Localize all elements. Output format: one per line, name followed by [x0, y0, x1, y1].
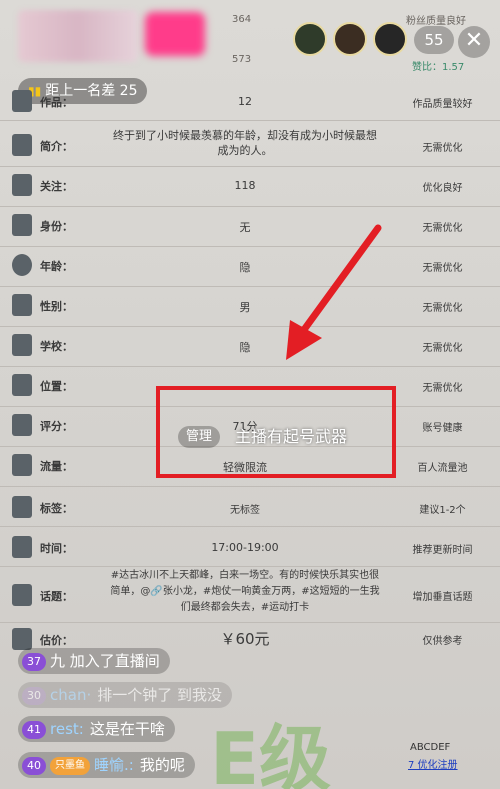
fan-quality-text: 粉丝质量良好	[406, 16, 466, 27]
row-gender: 性别： 男 无需优化	[0, 286, 500, 326]
row-value: #达古冰川不上天都峰，白来一场空。有的时候快乐其实也很简单，@🔗张小龙，#炮仗一…	[110, 570, 380, 613]
chat-username[interactable]: 睡愉.:	[94, 756, 134, 774]
chat-username[interactable]: chan·	[50, 686, 91, 704]
chat-text: 排一个钟了 到我没	[97, 686, 223, 704]
row-label: 话题：	[40, 590, 73, 603]
row-label: 关注：	[40, 180, 73, 193]
close-icon[interactable]: ✕	[458, 26, 490, 58]
row-label: 时间：	[40, 542, 73, 555]
level-badge: 40	[22, 756, 46, 775]
tag-icon	[12, 496, 32, 518]
row-value: 无标签	[230, 505, 260, 516]
chat-message[interactable]: 40 只墨鱼 睡愉.: 我的呢	[18, 752, 195, 778]
stat-number: 573	[232, 54, 252, 65]
fan-club-badge: 只墨鱼	[50, 756, 90, 775]
viewer-avatar[interactable]	[333, 22, 367, 56]
viewer-avatar[interactable]	[293, 22, 327, 56]
row-label: 简介：	[40, 140, 73, 153]
decorative-badge-icon: E级	[210, 717, 332, 789]
row-label: 年龄：	[40, 260, 73, 273]
red-arrow-icon	[286, 224, 382, 360]
row-value: 118	[234, 179, 256, 192]
row-result: 无需优化	[422, 263, 463, 274]
row-result: 无需优化	[422, 223, 463, 234]
row-result: 仅供参考	[422, 636, 463, 647]
level-badge: 30	[22, 686, 46, 705]
row-works: 作品： 12 作品质量较好	[0, 82, 500, 122]
viewer-count[interactable]: 55	[414, 26, 454, 54]
corner-label: ABCDEF	[410, 742, 451, 753]
row-age: 年龄： 隐 无需优化	[0, 246, 500, 286]
row-value: ￥60元	[220, 630, 270, 648]
monitor-icon	[12, 414, 32, 436]
row-label: 位置：	[40, 380, 73, 393]
chat-text: 九 加入了直播间	[50, 652, 160, 670]
viewer-avatar[interactable]	[373, 22, 407, 56]
level-badge: 37	[22, 652, 46, 671]
chat-text: 我的呢	[139, 756, 185, 774]
school-icon	[12, 334, 32, 356]
identity-icon	[12, 214, 32, 236]
row-result: 无需优化	[422, 343, 463, 354]
gender-icon	[12, 294, 32, 316]
topic-icon	[12, 584, 32, 606]
follow-icon	[12, 174, 32, 196]
row-label: 作品：	[40, 96, 73, 109]
row-result: 推荐更新时间	[412, 545, 473, 556]
chat-message[interactable]: 41 rest: 这是在干啥	[18, 716, 175, 742]
divider	[0, 120, 500, 121]
like-ratio-text: 赞比：1.57	[412, 62, 465, 73]
chat-message[interactable]: 37 九 加入了直播间	[18, 648, 170, 674]
row-label: 标签：	[40, 502, 73, 515]
row-label: 身份：	[40, 220, 73, 233]
row-result: 作品质量较好	[412, 99, 473, 110]
works-icon	[12, 90, 32, 112]
admin-badge: 管理	[178, 426, 221, 448]
row-label: 性别：	[40, 300, 73, 313]
row-result: 无需优化	[422, 383, 463, 394]
top-bar: 364 573 粉丝质量良好 赞比：1.57 55 ✕	[0, 0, 500, 80]
row-label: 学校：	[40, 340, 73, 353]
row-result: 账号健康	[422, 423, 463, 434]
blurred-follow-button[interactable]	[145, 12, 205, 56]
divider	[0, 526, 500, 527]
price-icon	[12, 628, 32, 650]
row-value: 12	[238, 95, 252, 108]
level-badge: 41	[22, 720, 46, 739]
row-value: 17:00-19:00	[211, 541, 279, 554]
row-result: 无需优化	[422, 143, 463, 154]
chat-username[interactable]: rest:	[50, 720, 84, 738]
live-stream-screen: 364 573 粉丝质量良好 赞比：1.57 55 ✕ ▮▮ 距上一名差 25 作…	[0, 0, 500, 789]
chat-message[interactable]: 30 chan· 排一个钟了 到我没	[18, 682, 233, 708]
row-result: 优化良好	[422, 183, 463, 194]
row-label: 评分：	[40, 420, 73, 433]
stat-number: 364	[232, 14, 252, 25]
divider	[0, 486, 500, 487]
intro-icon	[12, 134, 32, 156]
row-school: 学校： 隐 无需优化	[0, 326, 500, 366]
row-intro: 简介： 终于到了小时候最羡慕的年龄，却没有成为小时候最想成为的人。 无需优化	[0, 122, 500, 166]
chat-text: 这是在干啥	[89, 720, 165, 738]
traffic-icon	[12, 454, 32, 476]
row-identity: 身份： 无 无需优化	[0, 206, 500, 246]
location-icon	[12, 374, 32, 396]
row-topics: 话题： #达古冰川不上天都峰，白来一场空。有的时候快乐其实也很简单，@🔗张小龙，…	[0, 566, 500, 622]
corner-link[interactable]: 7 优化注册	[408, 756, 458, 771]
row-value: 终于到了小时候最羡慕的年龄，却没有成为小时候最想成为的人。	[113, 129, 377, 157]
phone-icon	[12, 536, 32, 558]
row-result: 无需优化	[422, 303, 463, 314]
row-follow: 关注： 118 优化良好	[0, 166, 500, 206]
row-result: 建议1-2个	[419, 505, 466, 516]
age-icon	[12, 254, 32, 276]
blurred-streamer-info	[18, 10, 138, 62]
row-result: 增加垂直话题	[412, 592, 473, 603]
row-label: 估价：	[40, 634, 73, 647]
row-time: 时间： 17:00-19:00 推荐更新时间	[0, 528, 500, 568]
row-label: 流量：	[40, 460, 73, 473]
row-result: 百人流量池	[417, 463, 468, 474]
overlay-caption: 主播有起号武器	[235, 427, 348, 446]
row-tags: 标签： 无标签 建议1-2个	[0, 488, 500, 528]
